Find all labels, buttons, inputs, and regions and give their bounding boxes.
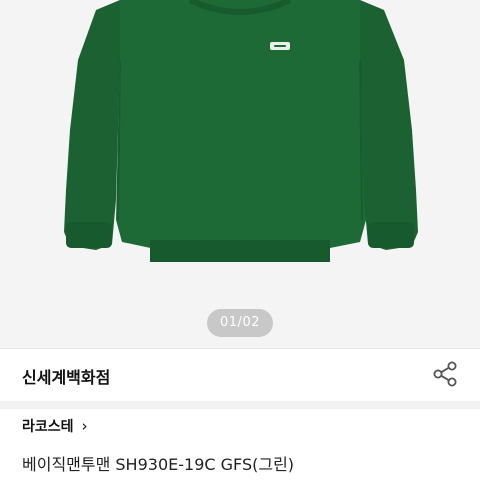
product-image-sweatshirt[interactable] [0,0,480,348]
product-title: 베이직맨투맨 SH930E-19C GFS(그린) [22,455,295,474]
chevron-right-icon: › [81,417,88,435]
brand-link[interactable]: 라코스테 › [22,415,88,437]
brand-name: 라코스테 [22,419,74,435]
crocodile-logo-icon [270,42,290,50]
store-name[interactable]: 신세계백화점 [22,364,110,388]
section-divider [0,401,480,409]
page-indicator: 01/02 [207,309,273,337]
store-bar: 신세계백화점 [0,349,480,401]
product-image-gallery[interactable]: 01/02 [0,0,480,348]
share-icon[interactable] [432,360,458,388]
